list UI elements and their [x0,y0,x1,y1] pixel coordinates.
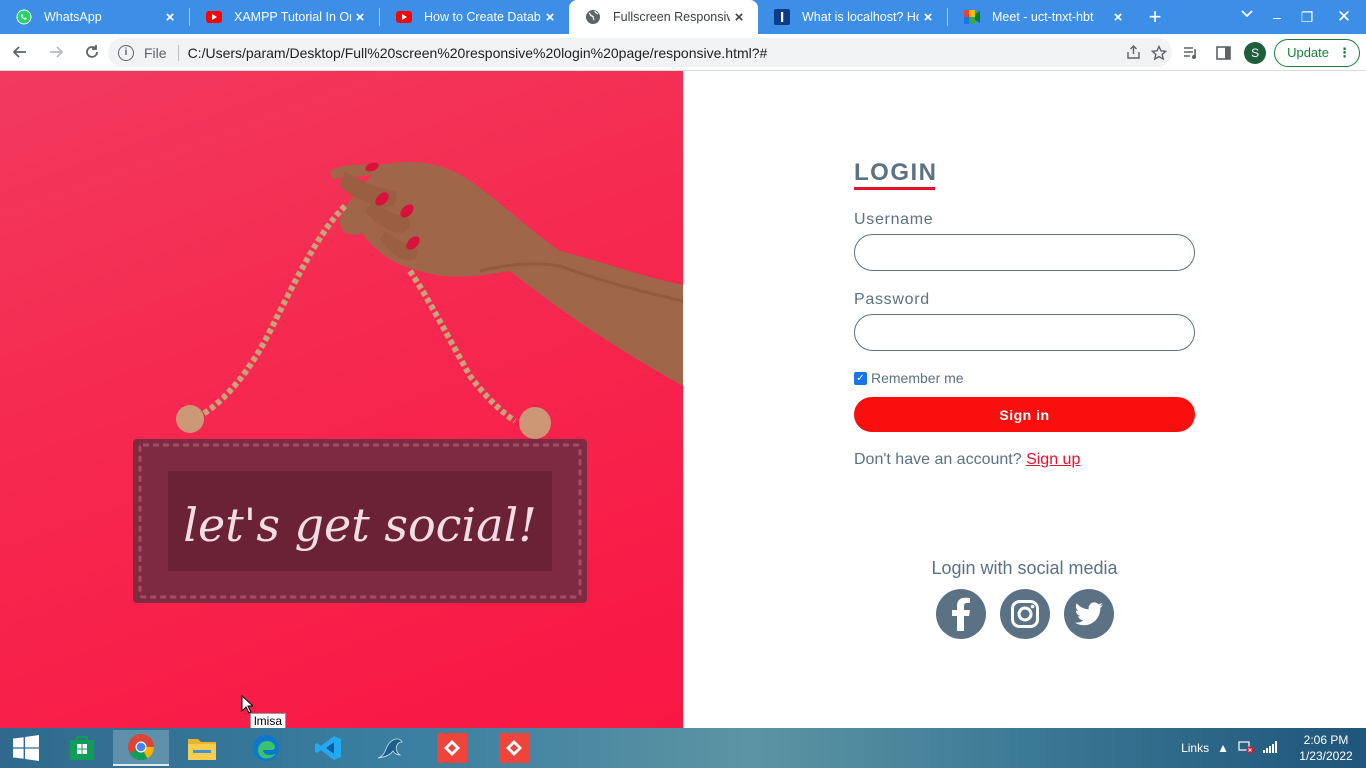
tab-title: What is localhost? How [802,10,919,24]
url-scheme-label: File [144,44,167,61]
tab-title: How to Create Databas [424,10,541,24]
sign-up-link[interactable]: Sign up [1026,451,1080,468]
system-tray: Links ▲ 2:06 PM 1/23/2022 [1181,728,1366,768]
file-explorer-icon[interactable] [174,730,230,766]
close-tab-icon[interactable]: × [541,8,559,26]
tab-google-meet[interactable]: Meet - uct-tnxt-hbt × [948,0,1137,34]
forward-button[interactable] [40,36,72,68]
media-control-icon[interactable] [1175,38,1207,67]
tray-chevron-up-icon[interactable]: ▲ [1217,741,1229,755]
window-controls: – ❐ ✕ [1262,0,1366,34]
anydesk-icon[interactable] [424,730,480,766]
login-title: LOGIN [854,159,938,186]
more-vert-icon: ⋮ [1338,44,1351,60]
tab-fullscreen-responsive[interactable]: Fullscreen Responsive L × [569,0,758,34]
youtube-icon [396,9,412,25]
profile-avatar[interactable]: S [1244,41,1267,64]
windows-logo-icon [13,735,39,761]
close-tab-icon[interactable]: × [1109,8,1127,26]
facebook-icon[interactable] [936,589,986,639]
vscode-icon[interactable] [300,730,356,766]
restore-button[interactable]: ❐ [1292,0,1322,34]
page-content: let's get social! LOGIN Username Passwor… [0,71,1366,728]
new-tab-button[interactable]: + [1137,0,1173,34]
clock-date: 1/23/2022 [1299,749,1353,763]
tab-create-database[interactable]: How to Create Databas × [380,0,569,34]
tab-title: Fullscreen Responsive L [613,10,730,24]
windows-taskbar: Links ▲ 2:06 PM 1/23/2022 [0,728,1366,768]
share-icon[interactable] [1120,45,1146,60]
twitter-icon[interactable] [1064,589,1114,639]
close-tab-icon[interactable]: × [730,8,748,26]
browser-toolbar: i File C:/Users/param/Desktop/Full%20scr… [0,34,1366,71]
minimize-button[interactable]: – [1262,0,1292,34]
remember-me-label[interactable]: Remember me [871,370,964,386]
bookmark-star-icon[interactable] [1146,44,1172,61]
hero-illustration: let's get social! [133,161,683,603]
whatsapp-icon [16,9,32,25]
social-buttons [936,589,1128,639]
site-info-icon[interactable]: i [118,44,134,61]
globe-icon [585,9,601,25]
mouse-cursor-icon [241,694,255,719]
social-login-title: Login with social media [931,558,1118,578]
google-meet-icon [964,9,980,25]
sign-in-button[interactable]: Sign in [854,397,1195,432]
title-underline [854,187,935,190]
tab-search-chevron-icon[interactable] [1240,6,1254,23]
tab-title: XAMPP Tutorial In One [234,10,351,24]
close-window-button[interactable]: ✕ [1322,0,1366,34]
no-account-text: Don't have an account? [854,451,1022,468]
reload-icon [86,45,98,58]
tab-what-is-localhost[interactable]: What is localhost? How × [758,0,947,34]
tab-xampp-tutorial[interactable]: XAMPP Tutorial In One × [190,0,379,34]
close-tab-icon[interactable]: × [919,8,937,26]
remember-me-row: ✓ Remember me [854,370,964,386]
chrome-icon[interactable] [113,730,169,766]
side-panel-icon[interactable] [1207,38,1239,67]
site-i-icon [774,9,790,25]
password-label: Password [854,291,930,308]
tab-title: WhatsApp [44,10,102,24]
edge-icon[interactable] [238,730,294,766]
close-tab-icon[interactable]: × [161,8,179,26]
clock-time: 2:06 PM [1303,733,1349,747]
clock[interactable]: 2:06 PM 1/23/2022 [1286,732,1366,764]
windows-store-icon[interactable] [54,730,110,766]
tab-title: Meet - uct-tnxt-hbt [992,10,1094,24]
anydesk-icon[interactable] [486,730,542,766]
username-input[interactable] [854,234,1195,271]
sign-text: let's get social! [183,498,536,552]
username-label: Username [854,211,934,228]
toolbar-right: S Update ⋮ [1175,38,1360,67]
signal-bars-icon[interactable] [1263,740,1277,756]
close-tab-icon[interactable]: × [351,8,369,26]
update-button[interactable]: Update ⋮ [1274,38,1360,67]
reload-button[interactable] [76,36,108,68]
address-bar[interactable]: i File C:/Users/param/Desktop/Full%20scr… [108,38,1172,67]
instagram-icon[interactable] [1000,589,1050,639]
divider [177,44,179,61]
back-arrow-icon [12,46,26,58]
network-warning-icon[interactable] [1238,740,1254,757]
password-input[interactable] [854,314,1195,351]
url-text[interactable]: C:/Users/param/Desktop/Full%20screen%20r… [188,45,1120,61]
mysql-workbench-icon[interactable] [362,730,418,766]
links-toolbar[interactable]: Links [1181,741,1209,755]
hero-image: let's get social! [0,71,683,728]
signup-prompt: Don't have an account? Sign up [854,451,1080,469]
tab-whatsapp[interactable]: WhatsApp × [0,0,189,34]
browser-tab-strip: WhatsApp × XAMPP Tutorial In One × How t… [0,0,1366,34]
youtube-icon [206,9,222,25]
back-button[interactable] [4,36,36,68]
remember-me-checkbox[interactable]: ✓ [854,371,867,385]
update-label: Update [1287,45,1329,60]
start-button[interactable] [0,728,52,768]
forward-arrow-icon [50,46,64,58]
